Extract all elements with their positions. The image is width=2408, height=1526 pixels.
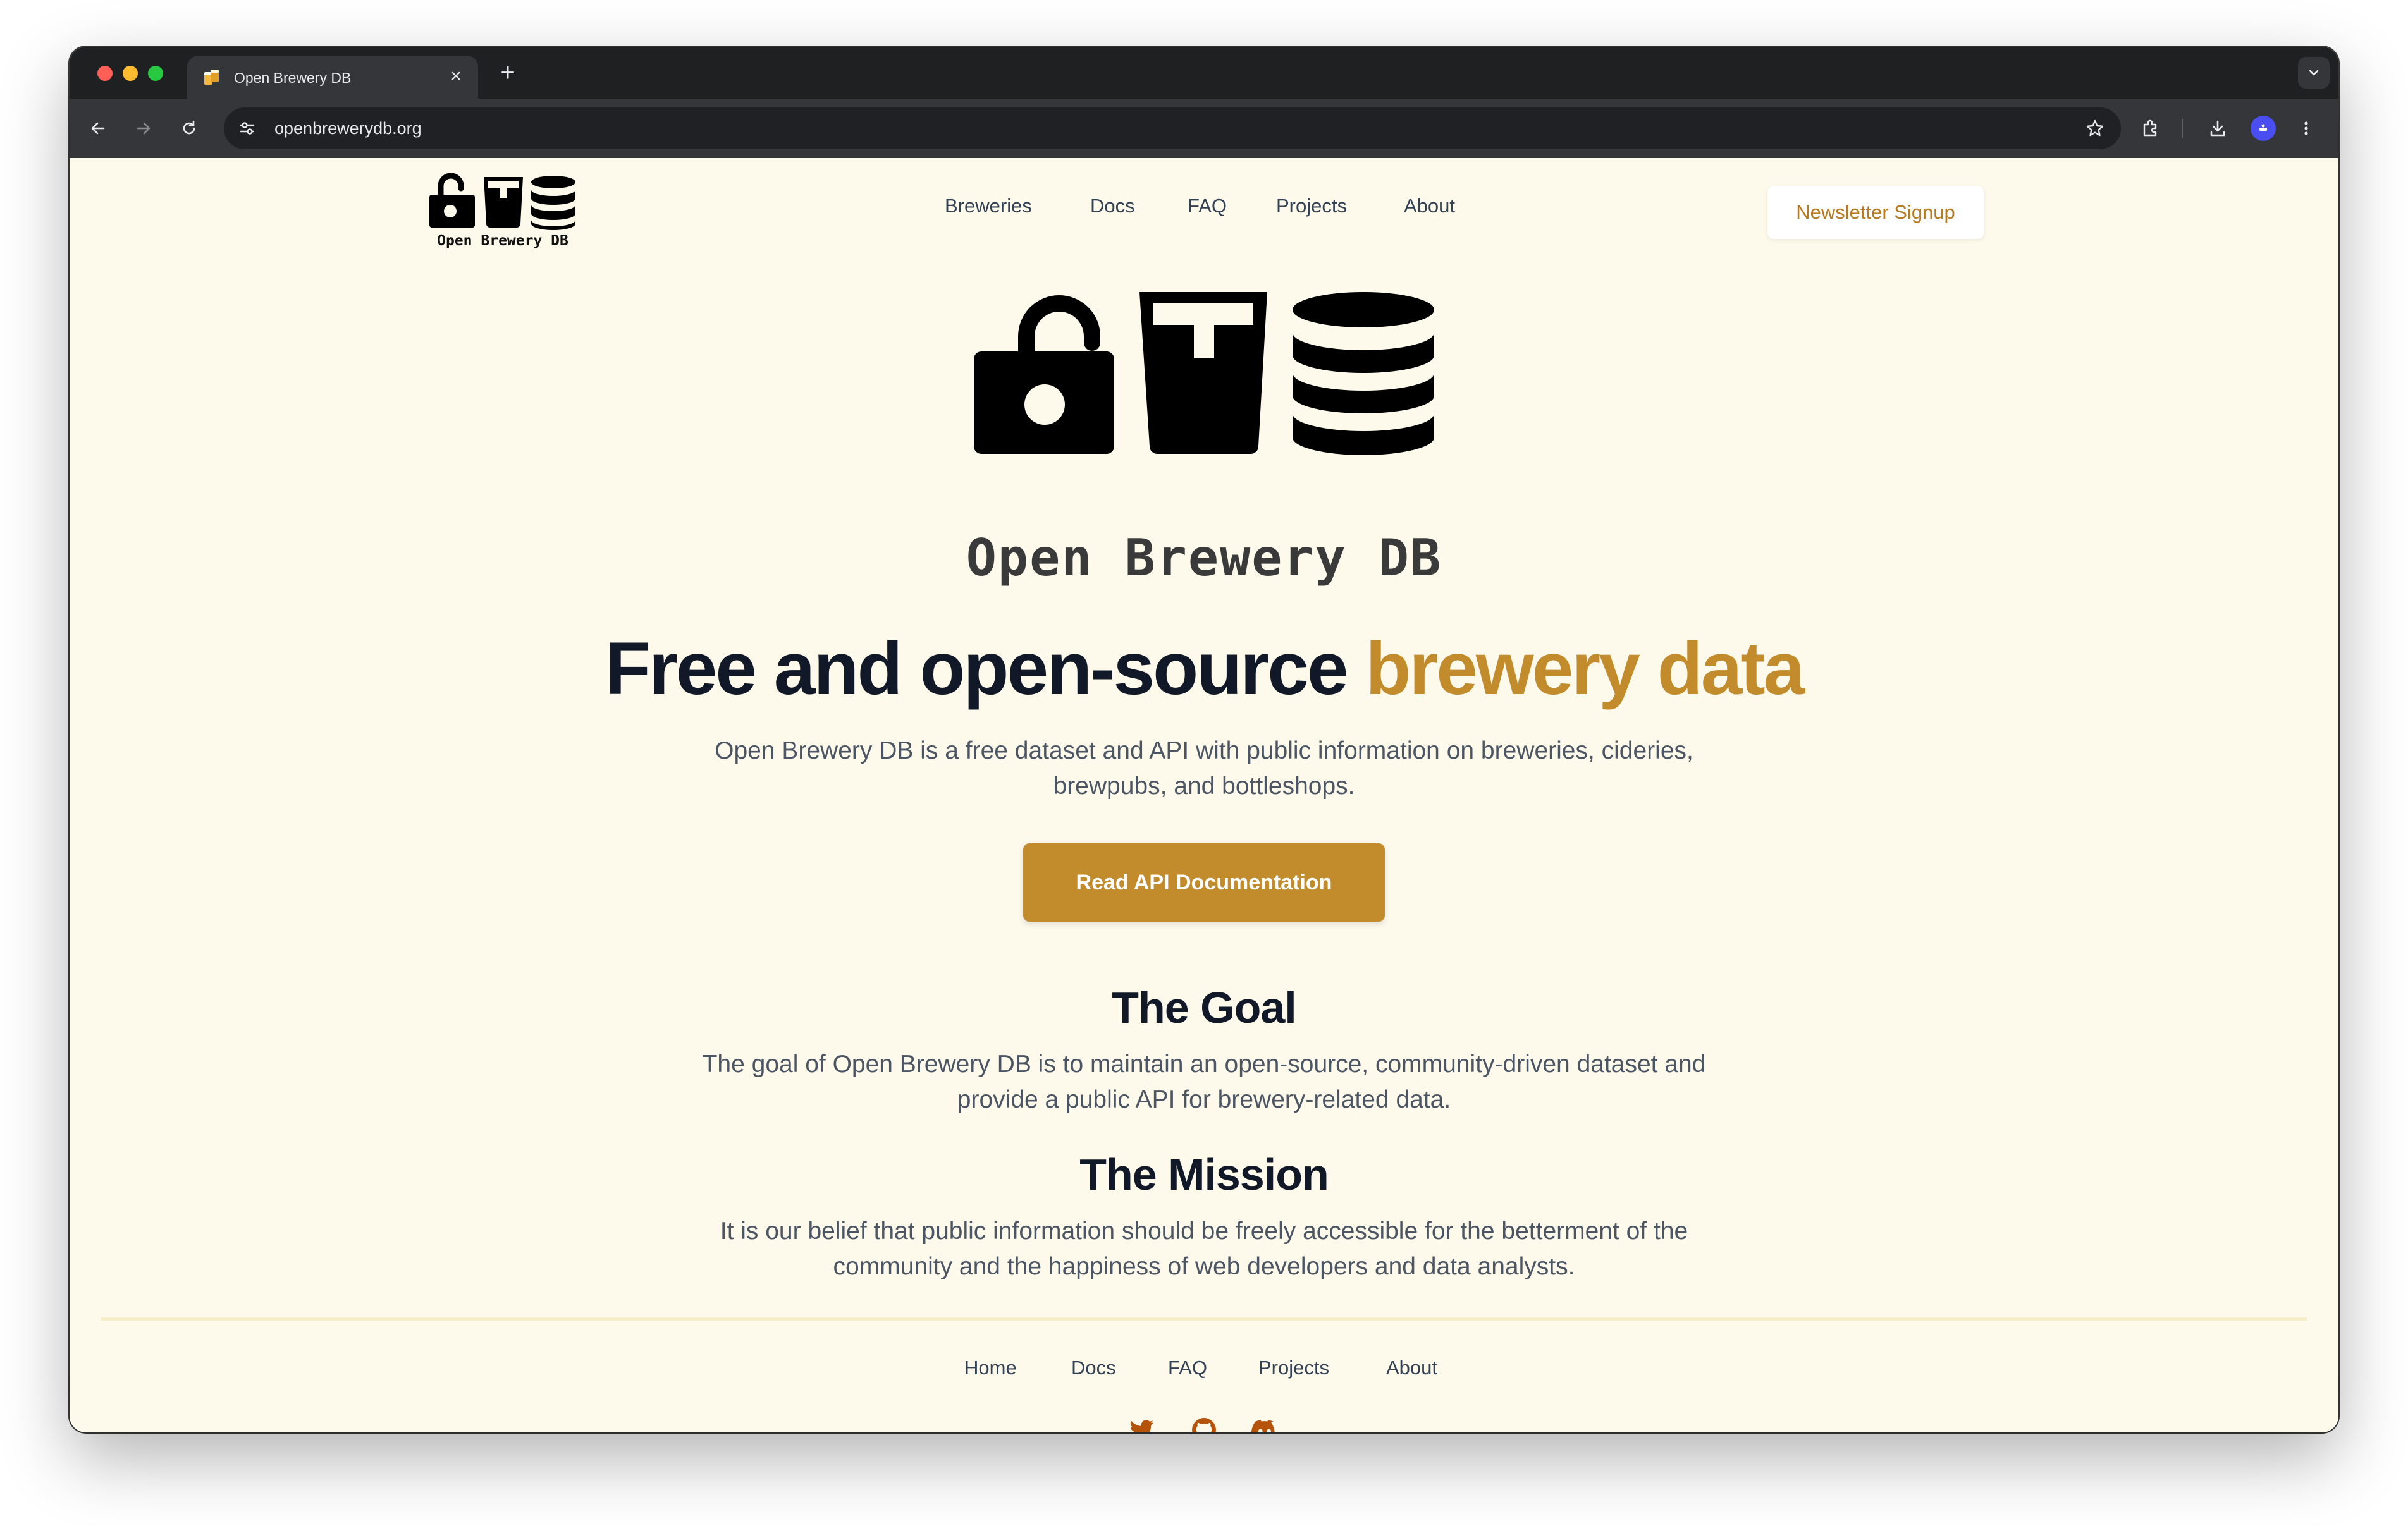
back-button[interactable] xyxy=(82,113,114,144)
browser-toolbar: openbrewerydb.org xyxy=(70,99,2338,158)
open-brewery-db-logo xyxy=(429,173,575,230)
chevron-down-icon xyxy=(2309,70,2319,76)
mission-heading: The Mission xyxy=(1079,1150,1329,1199)
footer-nav-home[interactable]: Home xyxy=(964,1357,1017,1379)
hero-logo-text: Open Brewery DB xyxy=(966,528,1442,587)
web-page: Open Brewery DB Breweries Docs FAQ Proje… xyxy=(70,158,2338,1432)
browser-menu-button[interactable] xyxy=(2290,113,2322,144)
bookmark-button[interactable] xyxy=(2080,114,2110,143)
tab-search-button[interactable] xyxy=(2298,57,2330,89)
nav-breweries[interactable]: Breweries xyxy=(945,195,1032,217)
footer-divider xyxy=(101,1317,2307,1321)
site-logo-link[interactable]: Open Brewery DB xyxy=(428,173,577,252)
hero-subtitle: Open Brewery DB is a free dataset and AP… xyxy=(715,737,1693,800)
site-info-button[interactable] xyxy=(233,114,262,143)
browser-window: Open Brewery DB × + openbrewerydb.org Op… xyxy=(70,47,2338,1432)
hero-headline: Free and open-source brewery data xyxy=(70,625,2338,713)
nav-faq[interactable]: FAQ xyxy=(1188,195,1227,217)
new-tab-button[interactable]: + xyxy=(493,58,522,87)
newsletter-signup-button[interactable]: Newsletter Signup xyxy=(1767,186,1984,239)
tab-strip: Open Brewery DB × + xyxy=(70,47,2338,99)
arrow-left-icon xyxy=(91,122,105,135)
download-icon xyxy=(2210,120,2225,137)
close-window-button[interactable] xyxy=(97,66,113,81)
profile-icon xyxy=(2259,124,2267,131)
headline-accent: brewery data xyxy=(1365,627,1805,711)
hero-logo-icon xyxy=(974,292,1434,455)
nav-docs[interactable]: Docs xyxy=(1090,195,1135,217)
tab-title: Open Brewery DB xyxy=(234,70,352,86)
footer-nav-about[interactable]: About xyxy=(1386,1357,1437,1379)
goal-heading: The Goal xyxy=(1112,983,1296,1032)
beer-favicon-icon xyxy=(204,70,219,85)
twitter-icon[interactable] xyxy=(1128,1416,1156,1432)
star-icon xyxy=(2086,119,2104,137)
downloads-button[interactable] xyxy=(2202,113,2233,144)
url-text: openbrewerydb.org xyxy=(274,119,422,138)
forward-button[interactable] xyxy=(128,113,159,144)
footer-nav-faq[interactable]: FAQ xyxy=(1168,1357,1207,1379)
puzzle-icon xyxy=(2143,119,2157,137)
toolbar-divider xyxy=(2182,119,2183,138)
nav-projects[interactable]: Projects xyxy=(1276,195,1347,217)
tune-icon xyxy=(240,122,255,135)
minimize-window-button[interactable] xyxy=(123,66,138,81)
discord-icon[interactable] xyxy=(1251,1416,1279,1432)
arrow-right-icon xyxy=(137,122,150,135)
nav-about[interactable]: About xyxy=(1404,195,1455,217)
avatar xyxy=(2251,116,2276,141)
headline-main: Free and open-source xyxy=(605,627,1366,711)
address-bar[interactable]: openbrewerydb.org xyxy=(224,107,2121,149)
profile-button[interactable] xyxy=(2247,113,2279,144)
mission-text: It is our belief that public information… xyxy=(720,1218,1688,1280)
github-icon[interactable] xyxy=(1190,1416,1218,1432)
read-api-docs-button[interactable]: Read API Documentation xyxy=(1023,843,1385,922)
goal-text: The goal of Open Brewery DB is to mainta… xyxy=(702,1051,1706,1113)
footer-nav-projects[interactable]: Projects xyxy=(1258,1357,1329,1379)
reload-icon xyxy=(183,120,195,135)
maximize-window-button[interactable] xyxy=(148,66,163,81)
tab-close-icon[interactable]: × xyxy=(445,66,467,87)
footer-nav-docs[interactable]: Docs xyxy=(1071,1357,1116,1379)
reload-button[interactable] xyxy=(173,113,205,144)
extensions-button[interactable] xyxy=(2135,113,2166,144)
site-logo-text: Open Brewery DB xyxy=(437,233,568,249)
browser-tab[interactable]: Open Brewery DB × xyxy=(187,56,478,99)
more-vertical-icon xyxy=(2304,121,2308,135)
